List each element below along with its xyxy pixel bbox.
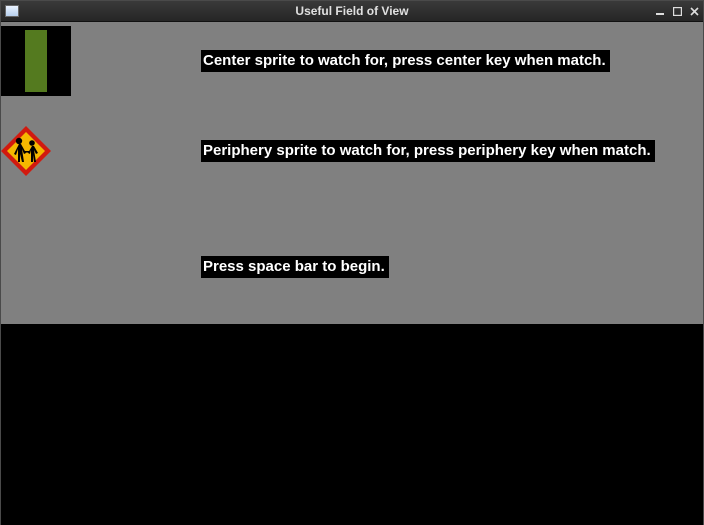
minimize-icon[interactable] bbox=[655, 4, 665, 18]
titlebar[interactable]: Useful Field of View bbox=[1, 1, 703, 22]
close-icon[interactable] bbox=[689, 4, 699, 18]
green-stripe-sprite-icon bbox=[25, 30, 47, 92]
window-controls bbox=[655, 1, 699, 21]
application-window: Useful Field of View Center sprite to wa… bbox=[0, 0, 704, 525]
center-sprite-slot bbox=[1, 26, 71, 96]
children-crossing-sign-icon bbox=[1, 126, 51, 176]
client-area: Center sprite to watch for, press center… bbox=[1, 22, 703, 525]
app-icon bbox=[5, 5, 19, 17]
begin-label: Press space bar to begin. bbox=[201, 256, 389, 278]
maximize-icon[interactable] bbox=[672, 4, 682, 18]
periphery-sprite-row: Periphery sprite to watch for, press per… bbox=[1, 126, 655, 176]
window-title: Useful Field of View bbox=[1, 4, 703, 18]
begin-row: Press space bar to begin. bbox=[1, 256, 389, 278]
instruction-panel: Center sprite to watch for, press center… bbox=[1, 22, 703, 324]
center-sprite-row: Center sprite to watch for, press center… bbox=[1, 26, 610, 96]
center-sprite-label: Center sprite to watch for, press center… bbox=[201, 50, 610, 72]
periphery-sprite-label: Periphery sprite to watch for, press per… bbox=[201, 140, 655, 162]
